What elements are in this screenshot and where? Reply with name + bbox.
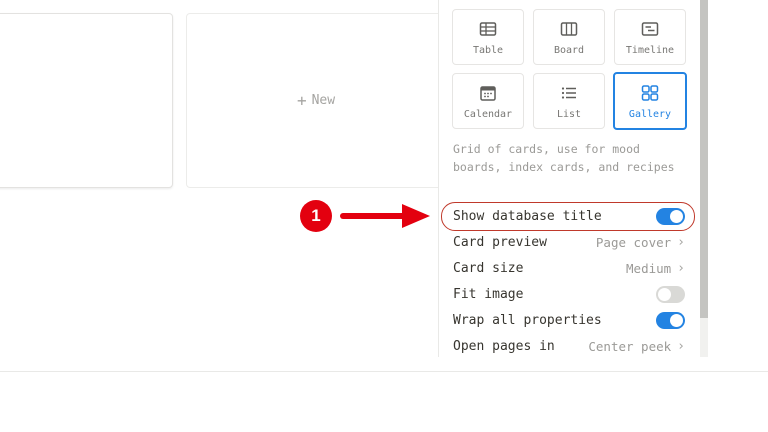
setting-label: Open pages in bbox=[453, 338, 555, 354]
setting-card-preview[interactable]: Card preview Page cover › bbox=[453, 231, 685, 253]
setting-wrap-all-properties[interactable]: Wrap all properties bbox=[453, 309, 685, 331]
new-card-label: New bbox=[311, 93, 336, 108]
layout-option-label: Gallery bbox=[628, 108, 672, 120]
annotation-highlight-outline bbox=[441, 202, 695, 231]
setting-label: Wrap all properties bbox=[453, 312, 602, 328]
card-preview-value: Page cover bbox=[595, 234, 672, 250]
layout-option-label: Calendar bbox=[463, 108, 513, 120]
layout-option-calendar[interactable]: Calendar bbox=[452, 73, 524, 129]
toggle-knob bbox=[670, 313, 683, 327]
chevron-right-icon: › bbox=[677, 234, 685, 250]
list-icon bbox=[561, 86, 576, 99]
open-pages-in-value: Center peek bbox=[588, 338, 672, 354]
setting-value: Center peek › bbox=[588, 339, 685, 354]
scrollbar[interactable] bbox=[700, 0, 708, 357]
layout-option-label: Table bbox=[472, 44, 504, 56]
setting-label: Card preview bbox=[453, 234, 547, 250]
arrow-right-icon bbox=[340, 204, 430, 228]
setting-open-pages-in[interactable]: Open pages in Center peek › bbox=[453, 335, 685, 357]
scrollbar-thumb[interactable] bbox=[700, 0, 708, 318]
chevron-right-icon: › bbox=[677, 260, 685, 276]
layout-description: Grid of cards, use for mood boards, inde… bbox=[453, 142, 675, 174]
layout-option-timeline[interactable]: Timeline bbox=[614, 9, 686, 65]
layout-option-board[interactable]: Board bbox=[533, 9, 605, 65]
setting-value: Medium › bbox=[626, 261, 685, 276]
setting-fit-image[interactable]: Fit image bbox=[453, 283, 685, 305]
layout-option-label: Timeline bbox=[625, 44, 675, 56]
gallery-icon bbox=[641, 84, 659, 101]
layout-option-label: List bbox=[556, 108, 582, 120]
setting-label: Card size bbox=[453, 260, 524, 276]
new-card-button[interactable]: + New bbox=[186, 13, 446, 188]
divider bbox=[0, 371, 768, 372]
plus-icon: + bbox=[296, 91, 307, 110]
timeline-icon bbox=[641, 21, 659, 36]
step-number-badge: 1 bbox=[300, 200, 332, 232]
fit-image-toggle[interactable] bbox=[656, 285, 685, 303]
setting-value: Page cover › bbox=[596, 235, 685, 250]
gallery-card[interactable] bbox=[0, 13, 173, 188]
card-size-value: Medium bbox=[626, 260, 672, 276]
board-icon bbox=[560, 21, 578, 36]
layout-option-label: Board bbox=[553, 44, 585, 56]
setting-card-size[interactable]: Card size Medium › bbox=[453, 257, 685, 279]
setting-label: Fit image bbox=[453, 286, 524, 302]
layout-option-gallery[interactable]: Gallery bbox=[613, 72, 687, 130]
calendar-icon bbox=[480, 85, 496, 101]
toggle-knob bbox=[658, 287, 671, 301]
layout-option-list[interactable]: List bbox=[533, 73, 605, 129]
chevron-right-icon: › bbox=[677, 338, 685, 354]
wrap-properties-toggle[interactable] bbox=[656, 311, 685, 329]
layout-option-table[interactable]: Table bbox=[452, 9, 524, 65]
table-icon bbox=[479, 21, 497, 36]
